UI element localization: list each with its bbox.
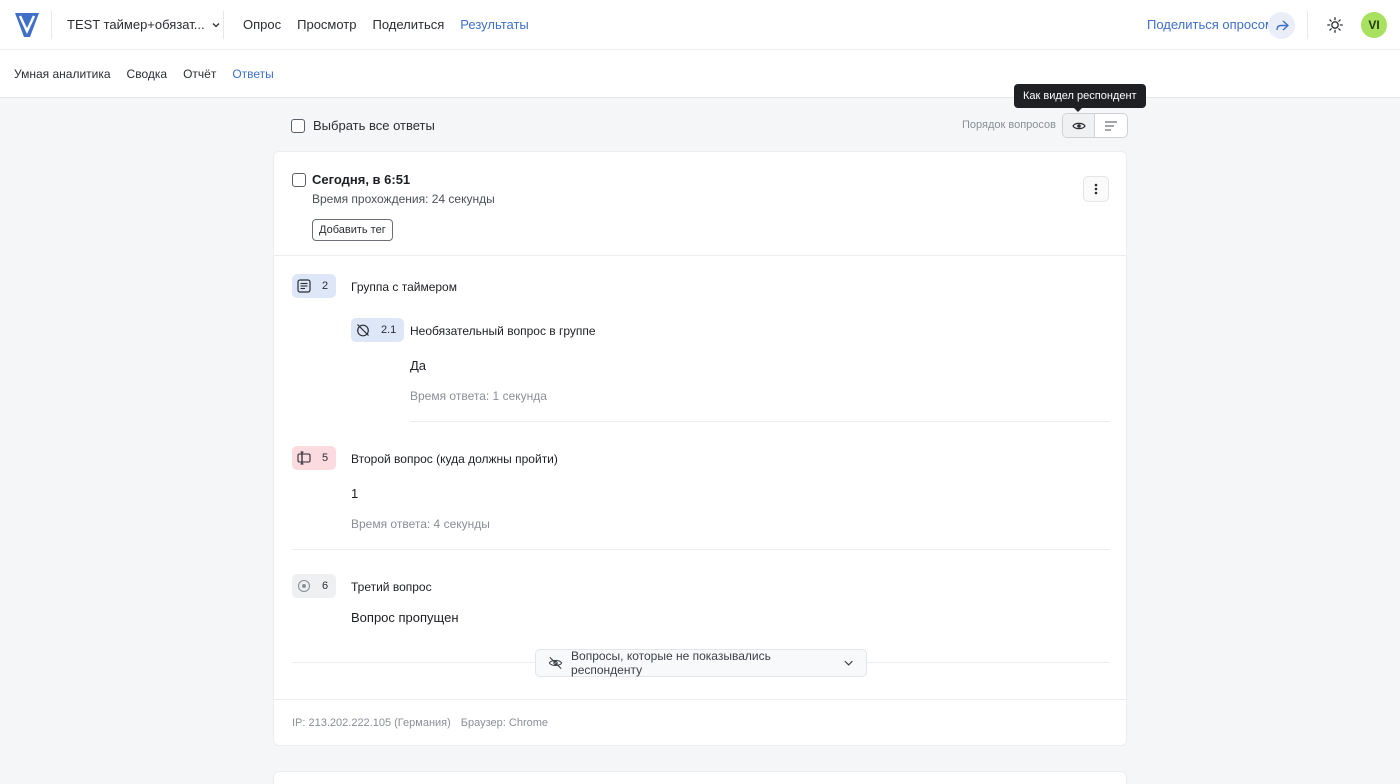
divider [1307, 11, 1308, 39]
list-lines-icon [1105, 120, 1117, 131]
results-subnav-bar: Умная аналитика Сводка Отчёт Ответы [0, 50, 1400, 98]
results-subnav: Умная аналитика Сводка Отчёт Ответы [14, 67, 290, 81]
share-arrow-icon [1275, 19, 1289, 31]
question-number: 2.1 [381, 324, 397, 336]
response-checkbox[interactable] [292, 172, 306, 187]
hidden-questions-label: Вопросы, которые не показывались респонд… [571, 649, 771, 677]
hidden-questions-toggle[interactable]: Вопросы, которые не показывались респонд… [535, 649, 867, 677]
tab-report[interactable]: Отчёт [183, 67, 216, 81]
divider [223, 11, 224, 39]
user-avatar[interactable]: VI [1361, 12, 1387, 38]
answer-time: Время ответа: 4 секунды [351, 517, 490, 531]
response-date: Сегодня, в 6:51 [312, 172, 411, 187]
survey-title: TEST таймер+обязат... [67, 17, 205, 32]
main-nav: Опрос Просмотр Поделиться Результаты [243, 17, 545, 32]
survey-title-dropdown[interactable]: TEST таймер+обязат... [67, 17, 221, 32]
question-number: 5 [322, 452, 329, 464]
tab-responses[interactable]: Ответы [232, 67, 273, 81]
group-badge: 2 [292, 274, 337, 298]
response-meta: IP: 213.202.222.105 (Германия) Браузер: … [292, 717, 548, 729]
share-button[interactable] [1268, 12, 1295, 39]
question-title: Третий вопрос [351, 580, 432, 594]
order-respondent-view-button[interactable] [1063, 114, 1096, 137]
top-bar: TEST таймер+обязат... Опрос Просмотр Под… [0, 0, 1400, 50]
tab-smart-analytics[interactable]: Умная аналитика [14, 67, 111, 81]
question-skipped: Вопрос пропущен [351, 610, 459, 625]
select-all-label[interactable]: Выбрать все ответы [313, 118, 435, 133]
divider [292, 549, 1110, 550]
more-vertical-icon [1094, 183, 1098, 195]
ip-address: IP: 213.202.222.105 (Германия) [292, 717, 451, 729]
response-date-row: Сегодня, в 6:51 [292, 172, 410, 187]
text-cursor-icon [297, 451, 311, 465]
share-survey-link[interactable]: Поделиться опросом [1147, 17, 1274, 32]
question-order-toggle [1062, 113, 1128, 138]
group-text-icon [297, 279, 311, 293]
theme-toggle-button[interactable] [1325, 15, 1345, 35]
sun-icon [1327, 17, 1343, 33]
app-logo-icon[interactable] [14, 11, 40, 39]
next-response-card [273, 771, 1127, 784]
add-tag-button[interactable]: Добавить тег [312, 219, 393, 241]
nav-survey[interactable]: Опрос [243, 17, 281, 32]
question-badge: 6 [292, 574, 337, 598]
eye-icon [1071, 122, 1086, 129]
divider [410, 421, 1110, 422]
divider [51, 11, 52, 39]
question-title: Необязательный вопрос в группе [410, 324, 596, 338]
question-badge: 5 [292, 446, 337, 470]
nav-share[interactable]: Поделиться [373, 17, 445, 32]
group-number: 2 [322, 280, 329, 292]
timer-off-icon [357, 324, 369, 337]
chevron-down-icon [212, 22, 220, 27]
response-card: Сегодня, в 6:51 Время прохождения: 24 се… [273, 151, 1127, 746]
question-order-label: Порядок вопросов [962, 119, 1056, 131]
tooltip: Как видел респондент [1014, 84, 1146, 112]
question-answer: Да [410, 358, 427, 373]
question-badge: 2.1 [351, 318, 405, 342]
radio-icon [297, 579, 311, 593]
more-options-button[interactable] [1083, 176, 1109, 202]
question-answer: 1 [351, 486, 359, 501]
question-number: 6 [322, 580, 329, 592]
tab-summary[interactable]: Сводка [127, 67, 168, 81]
chevron-down-icon [844, 660, 853, 666]
select-all-checkbox[interactable] [291, 118, 305, 133]
answer-time: Время ответа: 1 секунда [410, 389, 547, 403]
order-list-button[interactable] [1095, 114, 1127, 137]
divider [274, 699, 1126, 700]
response-duration: Время прохождения: 24 секунды [312, 192, 495, 206]
eye-off-icon [548, 656, 563, 670]
select-all-row: Выбрать все ответы [291, 118, 435, 133]
browser-info: Браузер: Chrome [460, 717, 549, 729]
response-header: Сегодня, в 6:51 Время прохождения: 24 се… [274, 152, 1126, 256]
question-title: Второй вопрос (куда должны пройти) [351, 452, 558, 466]
group-title: Группа с таймером [351, 280, 457, 294]
nav-preview[interactable]: Просмотр [297, 17, 356, 32]
nav-results[interactable]: Результаты [460, 17, 528, 32]
